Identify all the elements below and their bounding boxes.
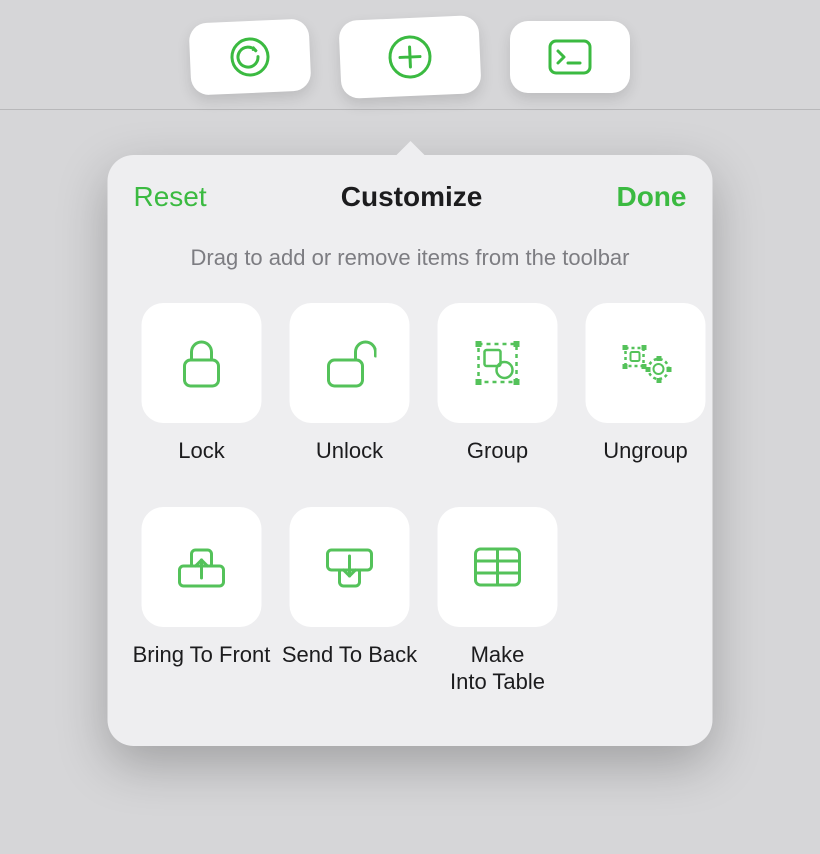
terminal-icon [546, 37, 594, 77]
tile [142, 303, 262, 423]
item-label: Send To Back [282, 641, 417, 669]
tile [290, 303, 410, 423]
lock-icon [179, 336, 225, 390]
toolbar-add-button[interactable] [338, 14, 481, 98]
ungroup-icon [620, 340, 672, 386]
item-label: Lock [178, 437, 224, 465]
item-unlock[interactable]: Unlock [280, 303, 420, 465]
tile [586, 303, 706, 423]
item-group[interactable]: Group [428, 303, 568, 465]
item-label: Bring To Front [133, 641, 271, 669]
popover-header: Reset Customize Done [128, 181, 693, 213]
item-bring-to-front[interactable]: Bring To Front [132, 507, 272, 696]
reset-button[interactable]: Reset [134, 181, 207, 213]
tile [290, 507, 410, 627]
toolbar-terminal-button[interactable] [510, 21, 630, 93]
item-label: Ungroup [603, 437, 687, 465]
popover-title: Customize [341, 181, 483, 213]
item-label: Make Into Table [450, 641, 545, 696]
add-icon [385, 31, 435, 81]
item-send-to-back[interactable]: Send To Back [280, 507, 420, 696]
group-icon [473, 338, 523, 388]
toolbar [0, 0, 820, 110]
item-make-into-table[interactable]: Make Into Table [428, 507, 568, 696]
table-icon [472, 545, 524, 589]
item-lock[interactable]: Lock [132, 303, 272, 465]
tile [438, 507, 558, 627]
unlock-icon [323, 336, 377, 390]
item-ungroup[interactable]: Ungroup [576, 303, 716, 465]
bring-to-front-icon [176, 544, 228, 590]
toolbar-undo-button[interactable] [188, 18, 311, 95]
customize-popover: Reset Customize Done Drag to add or remo… [108, 155, 713, 746]
item-label: Unlock [316, 437, 383, 465]
popover-subtitle: Drag to add or remove items from the too… [128, 245, 693, 271]
tile [438, 303, 558, 423]
items-grid: Lock Unlock [128, 303, 693, 696]
item-label: Group [467, 437, 528, 465]
tile [142, 507, 262, 627]
undo-icon [227, 34, 273, 80]
send-to-back-icon [324, 544, 376, 590]
done-button[interactable]: Done [616, 181, 686, 213]
